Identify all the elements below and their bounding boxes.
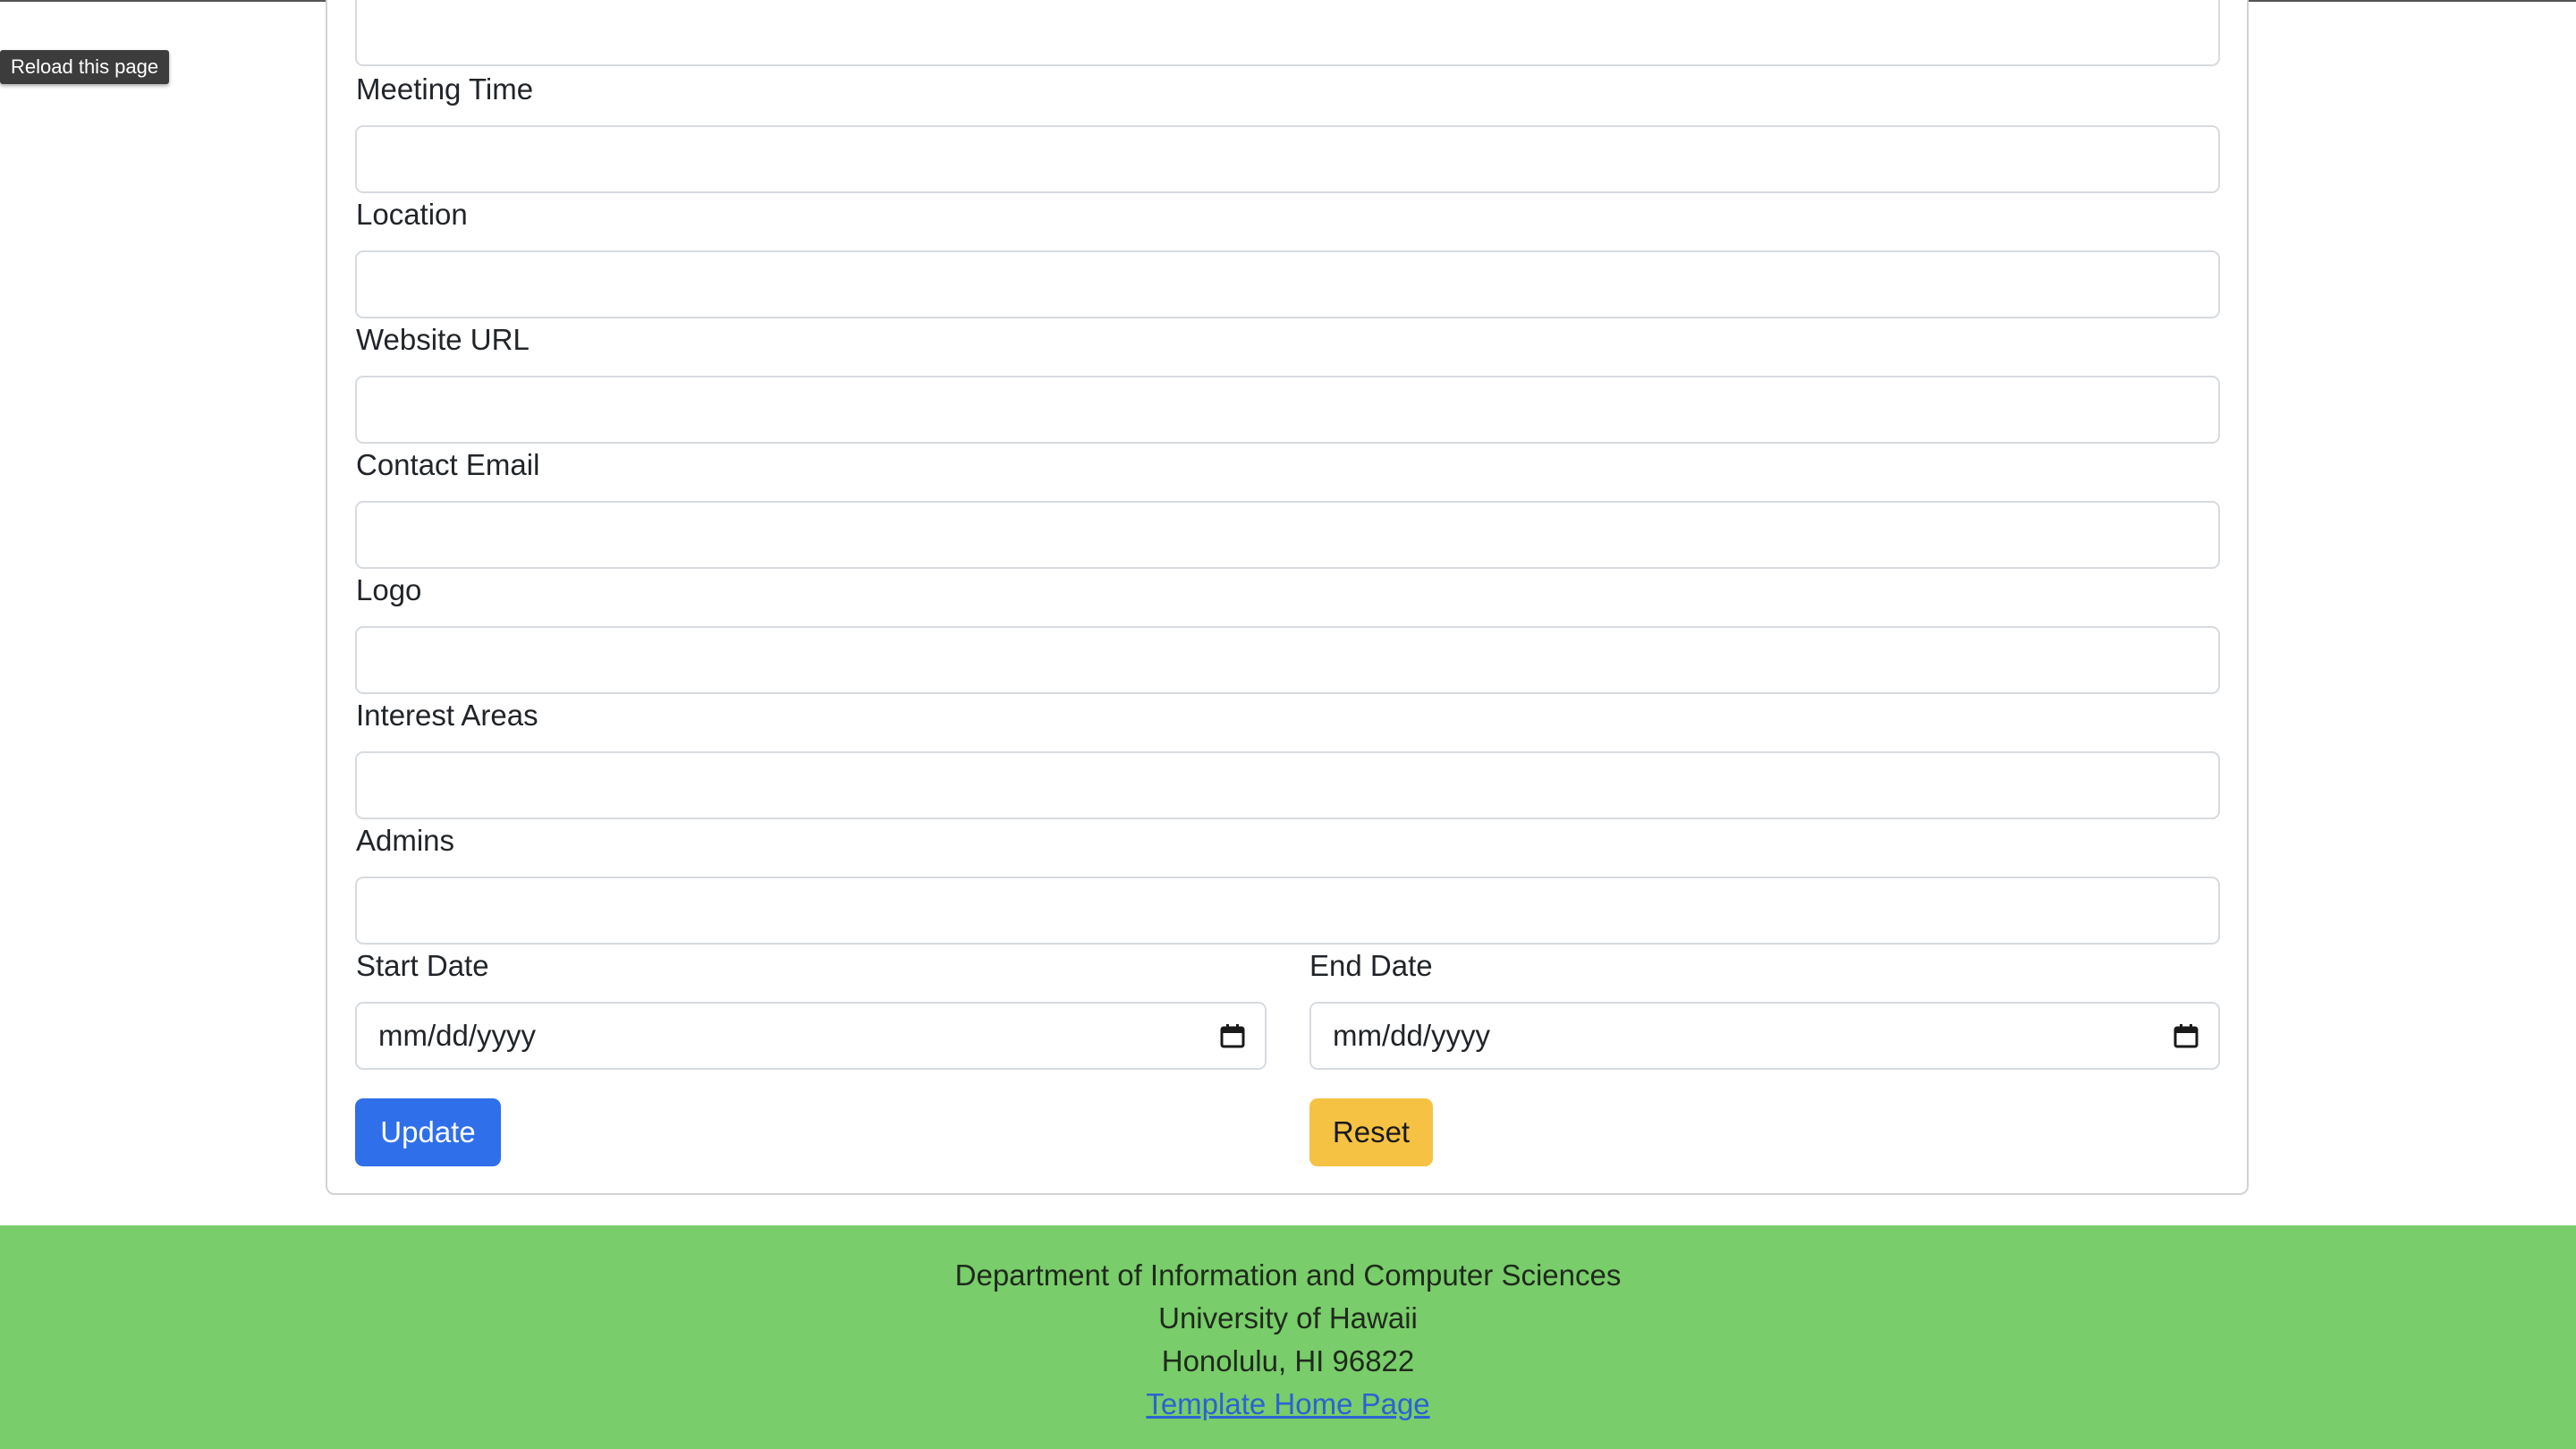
footer-address: Honolulu, HI 96822 <box>1161 1344 1415 1377</box>
start-date-label: Start Date <box>356 949 489 982</box>
interest-areas-input[interactable] <box>355 751 2220 819</box>
reload-tooltip: Reload this page <box>0 50 170 84</box>
contact-email-label: Contact Email <box>356 448 540 481</box>
end-date-input[interactable]: mm/dd/yyyy <box>1309 1002 2220 1070</box>
top-text-input[interactable] <box>355 0 2220 66</box>
template-home-page-link[interactable]: Template Home Page <box>1146 1387 1429 1420</box>
start-date-placeholder: mm/dd/yyyy <box>378 1019 537 1052</box>
page: Meeting Time Location Website URL Contac… <box>0 0 2576 1449</box>
admins-input[interactable] <box>355 877 2220 945</box>
calendar-icon[interactable] <box>1220 1023 1245 1048</box>
meeting-time-input[interactable] <box>355 125 2220 193</box>
interest-areas-label: Interest Areas <box>356 699 538 732</box>
logo-label: Logo <box>356 573 422 606</box>
update-button[interactable]: Update <box>355 1098 501 1166</box>
footer-link-row: Template Home Page <box>0 1386 2576 1422</box>
contact-email-input[interactable] <box>355 501 2220 569</box>
meeting-time-label: Meeting Time <box>356 72 534 106</box>
location-input[interactable] <box>355 250 2220 318</box>
logo-input[interactable] <box>355 626 2220 694</box>
end-date-placeholder: mm/dd/yyyy <box>1333 1019 1491 1052</box>
footer-department: Department of Information and Computer S… <box>954 1258 1622 1292</box>
reset-button[interactable]: Reset <box>1309 1098 1433 1166</box>
start-date-input[interactable]: mm/dd/yyyy <box>355 1002 1267 1070</box>
admins-label: Admins <box>356 824 455 857</box>
location-label: Location <box>356 198 468 231</box>
footer-university: University of Hawaii <box>1158 1301 1418 1335</box>
end-date-label: End Date <box>1309 949 1433 982</box>
calendar-icon[interactable] <box>2174 1023 2199 1048</box>
website-url-input[interactable] <box>355 376 2220 444</box>
footer: Department of Information and Computer S… <box>0 1225 2576 1449</box>
website-url-label: Website URL <box>356 323 530 356</box>
